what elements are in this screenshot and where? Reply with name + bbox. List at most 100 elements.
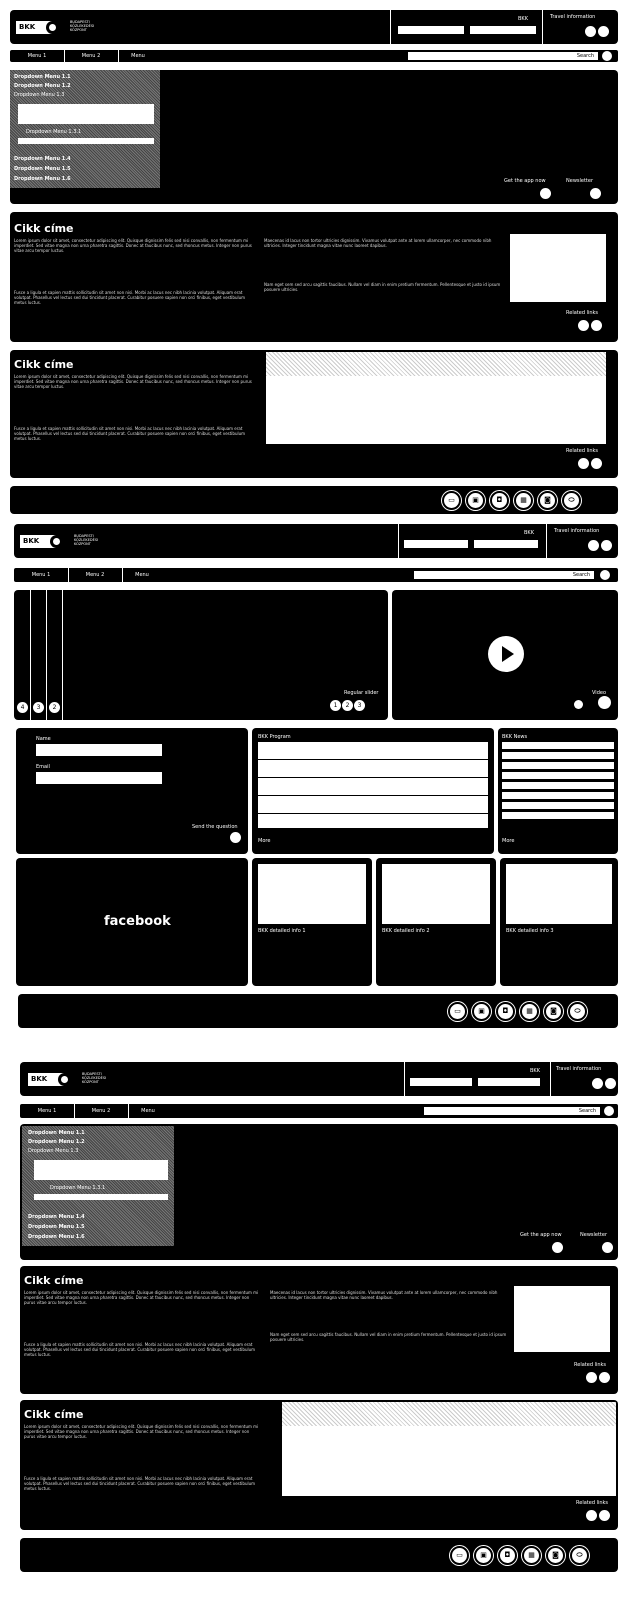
tab-menu-3[interactable]: Menu — [118, 50, 158, 62]
tab2-menu-3[interactable]: Menu — [122, 568, 162, 582]
dropdown-item-1-4[interactable]: Dropdown Menu 1.4 — [14, 156, 71, 162]
tab3-menu-1[interactable]: Menu 1 — [20, 1104, 75, 1118]
travel-info-button-2[interactable] — [598, 26, 609, 37]
tab2-menu-1[interactable]: Menu 1 — [14, 568, 69, 582]
suburban-rail-icon[interactable]: ◙ — [546, 1546, 565, 1565]
bus-icon[interactable]: ▭ — [442, 491, 461, 510]
search-input-2[interactable]: Search — [414, 571, 594, 579]
slider-tab-3[interactable]: 3 — [33, 702, 44, 713]
metro-icon[interactable]: ▦ — [514, 491, 533, 510]
related2-button-1[interactable] — [578, 458, 589, 469]
bus-icon[interactable]: ▭ — [450, 1546, 469, 1565]
metro-icon[interactable]: ▦ — [522, 1546, 541, 1565]
login2-field-1[interactable] — [404, 540, 468, 548]
dropdown3-item-1-1[interactable]: Dropdown Menu 1.1 — [28, 1130, 85, 1136]
search-input-3[interactable]: Search — [424, 1107, 600, 1115]
tram-icon[interactable]: ▣ — [466, 491, 485, 510]
dropdown3-item-1-3[interactable]: Dropdown Menu 1.3 — [28, 1148, 78, 1154]
search-input[interactable]: Search — [408, 52, 598, 60]
travel-info-button-1[interactable] — [585, 26, 596, 37]
dropdown-item-1-3-1[interactable]: Dropdown Menu 1.3.1 — [26, 129, 81, 135]
dropdown3-item-1-3-1[interactable]: Dropdown Menu 1.3.1 — [50, 1185, 105, 1191]
article-text-2: Fusce a ligula et sapien mattis sollicit… — [14, 290, 246, 305]
suburban-rail-icon[interactable]: ◙ — [544, 1002, 563, 1021]
dropdown-item-1-1[interactable]: Dropdown Menu 1.1 — [14, 74, 71, 80]
newsletter-button[interactable] — [590, 188, 601, 199]
login-field-1[interactable] — [398, 26, 464, 34]
travel3-button-2[interactable] — [605, 1078, 616, 1089]
slider-dot-3[interactable]: 3 — [354, 700, 365, 711]
trolley-icon[interactable]: ◘ — [498, 1546, 517, 1565]
play-icon[interactable] — [488, 636, 524, 672]
login3-field-1[interactable] — [410, 1078, 472, 1086]
boat-icon[interactable]: ⬭ — [570, 1546, 589, 1565]
metro-icon[interactable]: ▦ — [520, 1002, 539, 1021]
news-more-link[interactable]: More — [502, 838, 514, 844]
hero-banner-3: Dropdown Menu 1.1 Dropdown Menu 1.2 Drop… — [20, 1124, 618, 1260]
video-dot-2[interactable] — [598, 696, 611, 709]
bkk-logo[interactable]: BKK — [16, 21, 66, 34]
boat-icon[interactable]: ⬭ — [568, 1002, 587, 1021]
tab3-menu-3[interactable]: Menu — [128, 1104, 168, 1118]
info-card-1-label[interactable]: BKK detailed info 1 — [258, 928, 306, 934]
travel2-button-1[interactable] — [588, 540, 599, 551]
submit-button[interactable] — [230, 832, 241, 843]
related4-button-1[interactable] — [586, 1510, 597, 1521]
article4-image — [282, 1402, 616, 1426]
search-button-2[interactable] — [600, 570, 610, 580]
login3-field-2[interactable] — [478, 1078, 540, 1086]
program-label: BKK Program — [258, 734, 291, 740]
login-field-2[interactable] — [470, 26, 536, 34]
get-app-button-3[interactable] — [552, 1242, 563, 1253]
dropdown3-item-1-6[interactable]: Dropdown Menu 1.6 — [28, 1234, 85, 1240]
get-app-button[interactable] — [540, 188, 551, 199]
bkk-logo-3[interactable]: BKK — [28, 1073, 78, 1086]
info-card-2-label[interactable]: BKK detailed info 2 — [382, 928, 430, 934]
suburban-rail-icon[interactable]: ◙ — [538, 491, 557, 510]
related-button-1[interactable] — [578, 320, 589, 331]
program-more-link[interactable]: More — [258, 838, 270, 844]
slider-tab-4[interactable]: 4 — [17, 702, 28, 713]
tab2-menu-2[interactable]: Menu 2 — [68, 568, 123, 582]
boat-icon[interactable]: ⬭ — [562, 491, 581, 510]
dropdown-item-1-6[interactable]: Dropdown Menu 1.6 — [14, 176, 71, 182]
bus-icon[interactable]: ▭ — [448, 1002, 467, 1021]
slider-dot-1[interactable]: 1 — [330, 700, 341, 711]
travel3-button-1[interactable] — [592, 1078, 603, 1089]
search-button[interactable] — [602, 51, 612, 61]
related2-button-2[interactable] — [591, 458, 602, 469]
tab-menu-2[interactable]: Menu 2 — [64, 50, 119, 62]
article2-text-1: Lorem ipsum dolor sit amet, consectetur … — [14, 374, 252, 389]
travel2-button-2[interactable] — [601, 540, 612, 551]
slider-dot-2[interactable]: 2 — [342, 700, 353, 711]
dropdown3-item-1-4[interactable]: Dropdown Menu 1.4 — [28, 1214, 85, 1220]
related4-button-2[interactable] — [599, 1510, 610, 1521]
tab-menu-1[interactable]: Menu 1 — [10, 50, 65, 62]
slider-tab-2[interactable]: 2 — [49, 702, 60, 713]
dropdown-item-1-5[interactable]: Dropdown Menu 1.5 — [14, 166, 71, 172]
menu-bar: Menu 1 Menu 2 Menu Search — [10, 50, 618, 62]
related-button-2[interactable] — [591, 320, 602, 331]
dropdown3-item-1-2[interactable]: Dropdown Menu 1.2 — [28, 1139, 85, 1145]
bkk-logo-2[interactable]: BKK — [20, 535, 70, 548]
tab3-menu-2[interactable]: Menu 2 — [74, 1104, 129, 1118]
newsletter-button-3[interactable] — [602, 1242, 613, 1253]
dropdown-item-1-2[interactable]: Dropdown Menu 1.2 — [14, 83, 71, 89]
info-card-3-label[interactable]: BKK detailed info 3 — [506, 928, 554, 934]
tram-icon[interactable]: ▣ — [474, 1546, 493, 1565]
trolley-icon[interactable]: ◘ — [490, 491, 509, 510]
name-field[interactable] — [36, 744, 162, 756]
article-text-3: Maecenas id lacus non tortor ultricies d… — [264, 238, 492, 248]
facebook-logo[interactable]: facebook — [104, 914, 171, 929]
login2-field-2[interactable] — [474, 540, 538, 548]
email-field[interactable] — [36, 772, 162, 784]
related-links-label-4: Related links — [576, 1500, 609, 1506]
video-dot-1[interactable] — [574, 700, 583, 709]
related3-button-2[interactable] — [599, 1372, 610, 1383]
related3-button-1[interactable] — [586, 1372, 597, 1383]
dropdown-item-1-3[interactable]: Dropdown Menu 1.3 — [14, 92, 64, 98]
dropdown3-item-1-5[interactable]: Dropdown Menu 1.5 — [28, 1224, 85, 1230]
tram-icon[interactable]: ▣ — [472, 1002, 491, 1021]
search-button-3[interactable] — [604, 1106, 614, 1116]
trolley-icon[interactable]: ◘ — [496, 1002, 515, 1021]
